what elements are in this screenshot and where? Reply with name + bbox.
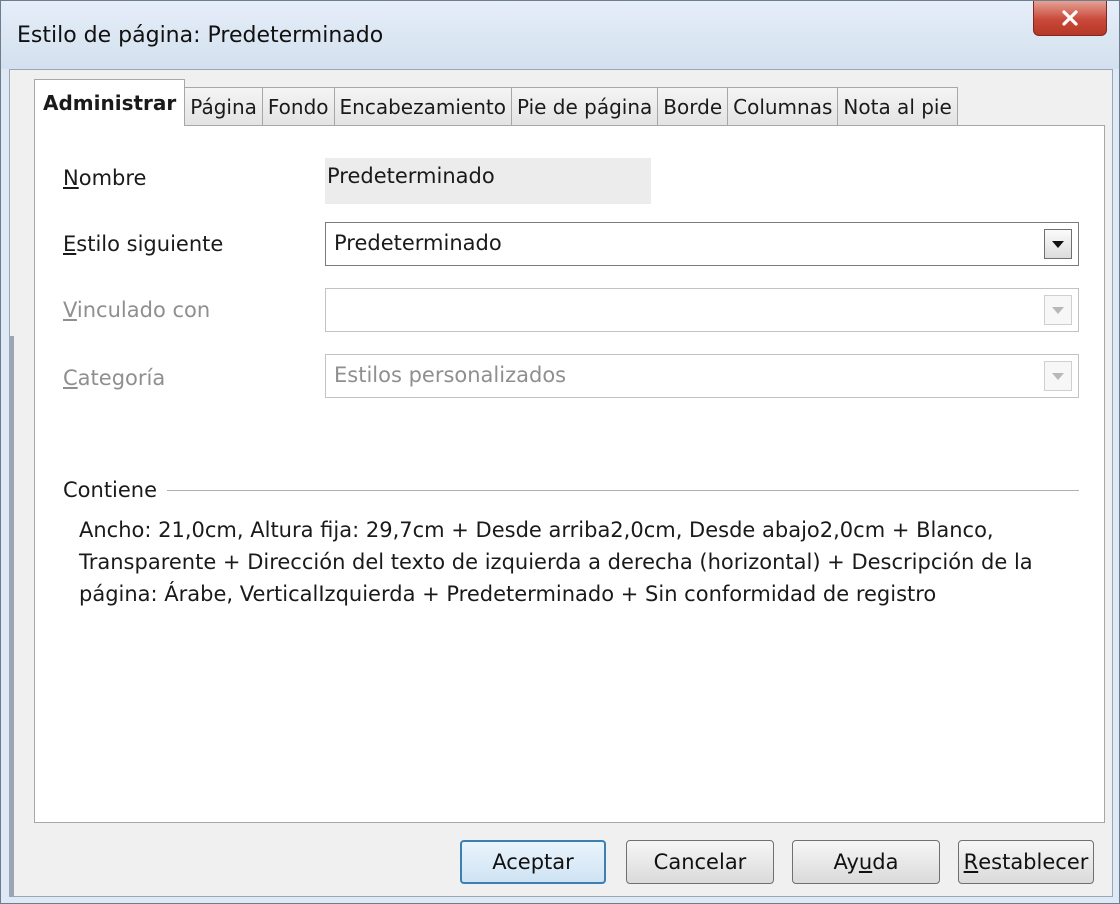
dialog-window: Estilo de página: Predeterminado Adminis… bbox=[0, 0, 1120, 904]
estilo-siguiente-label: Estilo siguiente bbox=[63, 232, 224, 256]
left-edge-bar bbox=[10, 336, 14, 896]
nombre-label: Nombre bbox=[63, 166, 147, 190]
estilo-siguiente-value: Predeterminado bbox=[334, 231, 502, 255]
tab-fondo[interactable]: Fondo bbox=[261, 87, 335, 126]
dropdown-button[interactable] bbox=[1044, 229, 1072, 259]
categoria-value: Estilos personalizados bbox=[334, 363, 567, 387]
ayuda-button[interactable]: Ay u da bbox=[792, 840, 940, 884]
nombre-value: Predeterminado bbox=[325, 158, 651, 204]
tab-encabezamiento[interactable]: Encabezamiento bbox=[333, 87, 512, 126]
dropdown-button bbox=[1044, 295, 1072, 325]
chevron-down-icon bbox=[1052, 372, 1064, 380]
title-bar: Estilo de página: Predeterminado bbox=[1, 1, 1119, 69]
close-icon bbox=[1062, 10, 1078, 26]
aceptar-button[interactable]: Aceptar bbox=[460, 840, 606, 884]
tab-administrar[interactable]: Administrar bbox=[34, 79, 186, 126]
tab-panel-administrar: Nombre Predeterminado Estilo siguiente P… bbox=[34, 125, 1105, 823]
tab-columnas[interactable]: Columnas bbox=[727, 87, 839, 126]
restablecer-button[interactable]: Restablecer bbox=[958, 840, 1094, 884]
categoria-label: Categoría bbox=[63, 366, 166, 390]
tab-pagina[interactable]: Página bbox=[184, 87, 263, 126]
cancelar-button[interactable]: Cancelar bbox=[626, 840, 774, 884]
vinculado-con-label: Vinculado con bbox=[63, 298, 211, 322]
estilo-siguiente-select[interactable]: Predeterminado bbox=[325, 222, 1079, 266]
categoria-select: Estilos personalizados bbox=[325, 354, 1079, 398]
window-title: Estilo de página: Predeterminado bbox=[17, 23, 384, 48]
tab-borde[interactable]: Borde bbox=[657, 87, 729, 126]
contiene-description: Ancho: 21,0cm, Altura fija: 29,7cm + Des… bbox=[79, 518, 1033, 606]
vinculado-con-select bbox=[325, 288, 1079, 332]
chevron-down-icon bbox=[1052, 240, 1064, 248]
contiene-heading: Contiene bbox=[63, 478, 158, 502]
tab-pie-de-pagina[interactable]: Pie de página bbox=[510, 87, 659, 126]
tab-bar: Administrar Página Fondo Encabezamiento … bbox=[34, 78, 958, 126]
dropdown-button bbox=[1044, 361, 1072, 391]
close-button[interactable] bbox=[1033, 1, 1107, 36]
section-divider bbox=[167, 490, 1079, 491]
tab-nota-al-pie[interactable]: Nota al pie bbox=[837, 87, 958, 126]
dialog-body: Administrar Página Fondo Encabezamiento … bbox=[9, 69, 1113, 897]
chevron-down-icon bbox=[1052, 306, 1064, 314]
